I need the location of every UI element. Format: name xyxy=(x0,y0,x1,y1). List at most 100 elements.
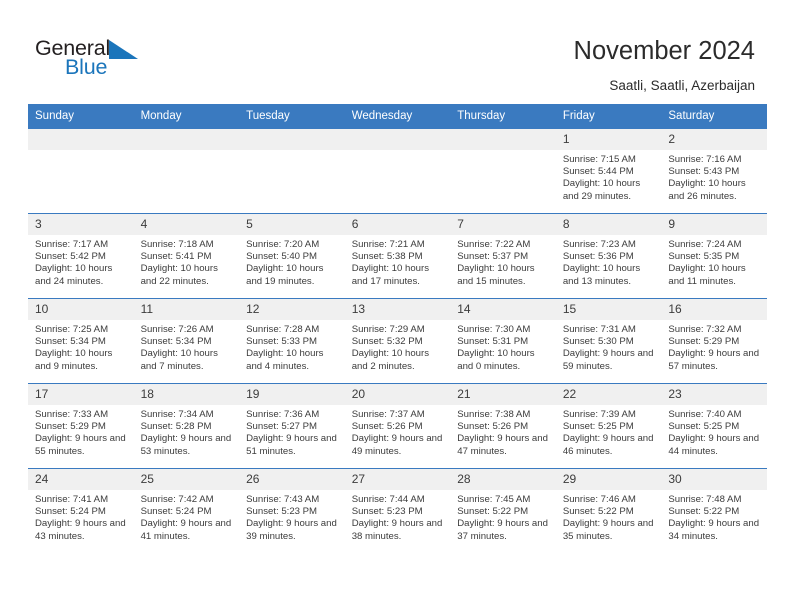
sunset-text: Sunset: 5:38 PM xyxy=(351,251,423,263)
day-details: Sunrise: 7:37 AM Sunset: 5:26 PM Dayligh… xyxy=(345,405,451,458)
sunset-text: Sunset: 5:24 PM xyxy=(140,506,212,518)
week-row: 17 Sunrise: 7:33 AM Sunset: 5:29 PM Dayl… xyxy=(28,383,767,469)
day-number: 5 xyxy=(239,214,345,235)
day-number: 6 xyxy=(344,214,451,235)
day-number: 24 xyxy=(28,469,134,490)
daylight-text: Daylight: 10 hours and 24 minutes. xyxy=(35,263,113,287)
day-cell[interactable]: 3 Sunrise: 7:17 AM Sunset: 5:42 PM Dayli… xyxy=(28,213,134,299)
calendar-grid: Sunday Monday Tuesday Wednesday Thursday… xyxy=(28,104,767,553)
general-blue-logo[interactable]: General Blue xyxy=(35,36,155,82)
day-cell[interactable]: 8 Sunrise: 7:23 AM Sunset: 5:36 PM Dayli… xyxy=(555,213,662,299)
week-row: 10 Sunrise: 7:25 AM Sunset: 5:34 PM Dayl… xyxy=(28,298,767,384)
day-cell[interactable]: 12 Sunrise: 7:28 AM Sunset: 5:33 PM Dayl… xyxy=(239,298,345,384)
day-cell[interactable]: 1 Sunrise: 7:15 AM Sunset: 5:44 PM Dayli… xyxy=(555,129,662,214)
page-header: General Blue November 2024 Saatli, Saatl… xyxy=(0,0,792,100)
day-cell[interactable]: 15 Sunrise: 7:31 AM Sunset: 5:30 PM Dayl… xyxy=(555,298,662,384)
day-details: Sunrise: 7:18 AM Sunset: 5:41 PM Dayligh… xyxy=(134,235,240,288)
day-cell[interactable]: 4 Sunrise: 7:18 AM Sunset: 5:41 PM Dayli… xyxy=(133,213,240,299)
day-number: 7 xyxy=(450,214,556,235)
sunrise-text: Sunrise: 7:26 AM xyxy=(140,324,214,335)
day-cell[interactable]: 23 Sunrise: 7:40 AM Sunset: 5:25 PM Dayl… xyxy=(661,383,767,469)
day-cell[interactable]: 9 Sunrise: 7:24 AM Sunset: 5:35 PM Dayli… xyxy=(661,213,767,299)
day-details: Sunrise: 7:46 AM Sunset: 5:22 PM Dayligh… xyxy=(556,490,662,543)
day-cell[interactable] xyxy=(344,129,451,214)
sunset-text: Sunset: 5:43 PM xyxy=(668,166,740,178)
day-cell[interactable]: 29 Sunrise: 7:46 AM Sunset: 5:22 PM Dayl… xyxy=(555,468,662,553)
day-cell[interactable]: 16 Sunrise: 7:32 AM Sunset: 5:29 PM Dayl… xyxy=(661,298,767,384)
day-number: 30 xyxy=(661,469,767,490)
sunset-text: Sunset: 5:25 PM xyxy=(668,421,740,433)
day-cell[interactable]: 17 Sunrise: 7:33 AM Sunset: 5:29 PM Dayl… xyxy=(28,383,134,469)
page-subtitle-location: Saatli, Saatli, Azerbaijan xyxy=(609,78,755,93)
day-details: Sunrise: 7:39 AM Sunset: 5:25 PM Dayligh… xyxy=(556,405,662,458)
day-cell[interactable]: 20 Sunrise: 7:37 AM Sunset: 5:26 PM Dayl… xyxy=(344,383,451,469)
sunrise-text: Sunrise: 7:33 AM xyxy=(35,409,109,420)
day-details: Sunrise: 7:34 AM Sunset: 5:28 PM Dayligh… xyxy=(134,405,240,458)
day-number: 20 xyxy=(344,384,451,405)
daylight-text: Daylight: 9 hours and 49 minutes. xyxy=(351,433,443,457)
sunrise-text: Sunrise: 7:25 AM xyxy=(35,324,109,335)
day-cell[interactable] xyxy=(28,129,134,214)
day-details: Sunrise: 7:28 AM Sunset: 5:33 PM Dayligh… xyxy=(239,320,345,373)
day-cell[interactable]: 11 Sunrise: 7:26 AM Sunset: 5:34 PM Dayl… xyxy=(133,298,240,384)
sunset-text: Sunset: 5:24 PM xyxy=(35,506,106,518)
sunrise-text: Sunrise: 7:15 AM xyxy=(562,154,636,165)
day-cell[interactable]: 13 Sunrise: 7:29 AM Sunset: 5:32 PM Dayl… xyxy=(344,298,451,384)
sunset-text: Sunset: 5:23 PM xyxy=(246,506,318,518)
day-number: 15 xyxy=(555,299,662,320)
day-cell[interactable]: 27 Sunrise: 7:44 AM Sunset: 5:23 PM Dayl… xyxy=(344,468,451,553)
sunrise-text: Sunrise: 7:30 AM xyxy=(457,324,531,335)
day-cell[interactable]: 19 Sunrise: 7:36 AM Sunset: 5:27 PM Dayl… xyxy=(239,383,345,469)
day-cell[interactable] xyxy=(450,129,556,214)
day-number xyxy=(450,129,556,150)
daylight-text: Daylight: 9 hours and 57 minutes. xyxy=(668,348,760,372)
day-cell[interactable]: 26 Sunrise: 7:43 AM Sunset: 5:23 PM Dayl… xyxy=(239,468,345,553)
sunset-text: Sunset: 5:34 PM xyxy=(35,336,106,348)
daylight-text: Daylight: 10 hours and 0 minutes. xyxy=(457,348,535,372)
day-number: 14 xyxy=(450,299,556,320)
day-cell[interactable]: 21 Sunrise: 7:38 AM Sunset: 5:26 PM Dayl… xyxy=(450,383,556,469)
day-number xyxy=(344,129,451,150)
daylight-text: Daylight: 10 hours and 4 minutes. xyxy=(246,348,324,372)
day-cell[interactable]: 28 Sunrise: 7:45 AM Sunset: 5:22 PM Dayl… xyxy=(450,468,556,553)
day-details: Sunrise: 7:26 AM Sunset: 5:34 PM Dayligh… xyxy=(134,320,240,373)
day-cell[interactable]: 5 Sunrise: 7:20 AM Sunset: 5:40 PM Dayli… xyxy=(239,213,345,299)
weekday-header-saturday: Saturday xyxy=(661,104,767,129)
day-cell[interactable]: 18 Sunrise: 7:34 AM Sunset: 5:28 PM Dayl… xyxy=(133,383,240,469)
sunset-text: Sunset: 5:22 PM xyxy=(668,506,740,518)
day-cell[interactable]: 22 Sunrise: 7:39 AM Sunset: 5:25 PM Dayl… xyxy=(555,383,662,469)
day-cell[interactable] xyxy=(133,129,240,214)
day-cell[interactable]: 2 Sunrise: 7:16 AM Sunset: 5:43 PM Dayli… xyxy=(661,129,767,214)
day-number: 3 xyxy=(28,214,134,235)
daylight-text: Daylight: 9 hours and 55 minutes. xyxy=(35,433,126,457)
sunrise-text: Sunrise: 7:22 AM xyxy=(457,239,531,250)
day-details: Sunrise: 7:23 AM Sunset: 5:36 PM Dayligh… xyxy=(556,235,662,288)
sunset-text: Sunset: 5:30 PM xyxy=(562,336,634,348)
daylight-text: Daylight: 10 hours and 13 minutes. xyxy=(562,263,641,287)
daylight-text: Daylight: 10 hours and 26 minutes. xyxy=(668,178,746,202)
daylight-text: Daylight: 10 hours and 2 minutes. xyxy=(351,348,430,372)
sunrise-text: Sunrise: 7:43 AM xyxy=(246,494,320,505)
sunrise-text: Sunrise: 7:21 AM xyxy=(351,239,425,250)
day-cell[interactable]: 25 Sunrise: 7:42 AM Sunset: 5:24 PM Dayl… xyxy=(133,468,240,553)
day-number: 28 xyxy=(450,469,556,490)
sunset-text: Sunset: 5:22 PM xyxy=(562,506,634,518)
day-cell[interactable]: 6 Sunrise: 7:21 AM Sunset: 5:38 PM Dayli… xyxy=(344,213,451,299)
day-cell[interactable]: 30 Sunrise: 7:48 AM Sunset: 5:22 PM Dayl… xyxy=(661,468,767,553)
day-cell[interactable] xyxy=(239,129,345,214)
day-cell[interactable]: 10 Sunrise: 7:25 AM Sunset: 5:34 PM Dayl… xyxy=(28,298,134,384)
daylight-text: Daylight: 10 hours and 29 minutes. xyxy=(562,178,641,202)
day-cell[interactable]: 24 Sunrise: 7:41 AM Sunset: 5:24 PM Dayl… xyxy=(28,468,134,553)
daylight-text: Daylight: 9 hours and 46 minutes. xyxy=(562,433,654,457)
day-details: Sunrise: 7:30 AM Sunset: 5:31 PM Dayligh… xyxy=(450,320,556,373)
daylight-text: Daylight: 9 hours and 39 minutes. xyxy=(246,518,337,542)
sunrise-text: Sunrise: 7:41 AM xyxy=(35,494,109,505)
sunrise-text: Sunrise: 7:23 AM xyxy=(562,239,636,250)
day-cell[interactable]: 7 Sunrise: 7:22 AM Sunset: 5:37 PM Dayli… xyxy=(450,213,556,299)
day-number: 25 xyxy=(133,469,240,490)
sunrise-text: Sunrise: 7:40 AM xyxy=(668,409,742,420)
day-details: Sunrise: 7:24 AM Sunset: 5:35 PM Dayligh… xyxy=(661,235,767,288)
daylight-text: Daylight: 9 hours and 35 minutes. xyxy=(562,518,654,542)
day-cell[interactable]: 14 Sunrise: 7:30 AM Sunset: 5:31 PM Dayl… xyxy=(450,298,556,384)
sunrise-text: Sunrise: 7:17 AM xyxy=(35,239,109,250)
